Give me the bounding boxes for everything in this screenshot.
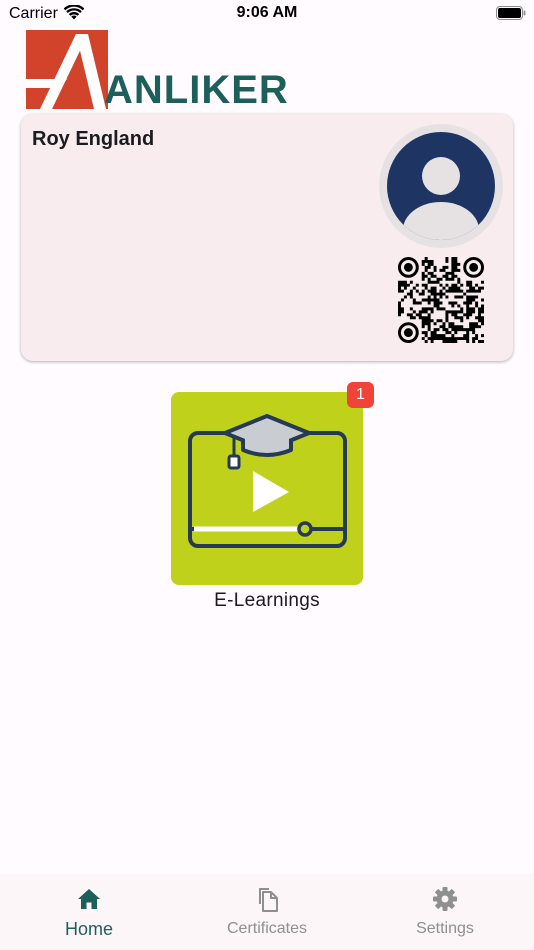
copy-icon — [259, 888, 278, 912]
logo-text: ANLIKER — [104, 68, 289, 112]
clock: 9:06 AM — [236, 4, 298, 21]
member-card[interactable]: Roy England — [21, 114, 513, 361]
qr-code-icon[interactable] — [398, 257, 484, 343]
nav-settings[interactable]: Settings — [356, 874, 534, 950]
bottom-navigation: Home Certificates Settings — [0, 874, 534, 950]
nav-home-label: Home — [64, 919, 113, 939]
person-icon — [387, 132, 495, 240]
notification-badge: 1 — [347, 382, 374, 408]
nav-certificates[interactable]: Certificates — [178, 874, 356, 950]
e-learnings-tile[interactable] — [171, 392, 363, 585]
graduation-video-icon — [188, 414, 347, 548]
nav-settings-label: Settings — [416, 920, 474, 937]
nav-certificates-label: Certificates — [226, 920, 308, 937]
e-learnings-label: E-Learnings — [214, 590, 320, 611]
battery-icon — [496, 6, 526, 20]
nav-home[interactable]: Home — [0, 874, 178, 950]
status-bar: Carrier 9:06 AM — [0, 0, 534, 30]
gear-icon — [433, 887, 457, 911]
avatar — [379, 124, 503, 248]
member-name: Roy England — [32, 128, 155, 150]
home-icon — [78, 889, 100, 909]
